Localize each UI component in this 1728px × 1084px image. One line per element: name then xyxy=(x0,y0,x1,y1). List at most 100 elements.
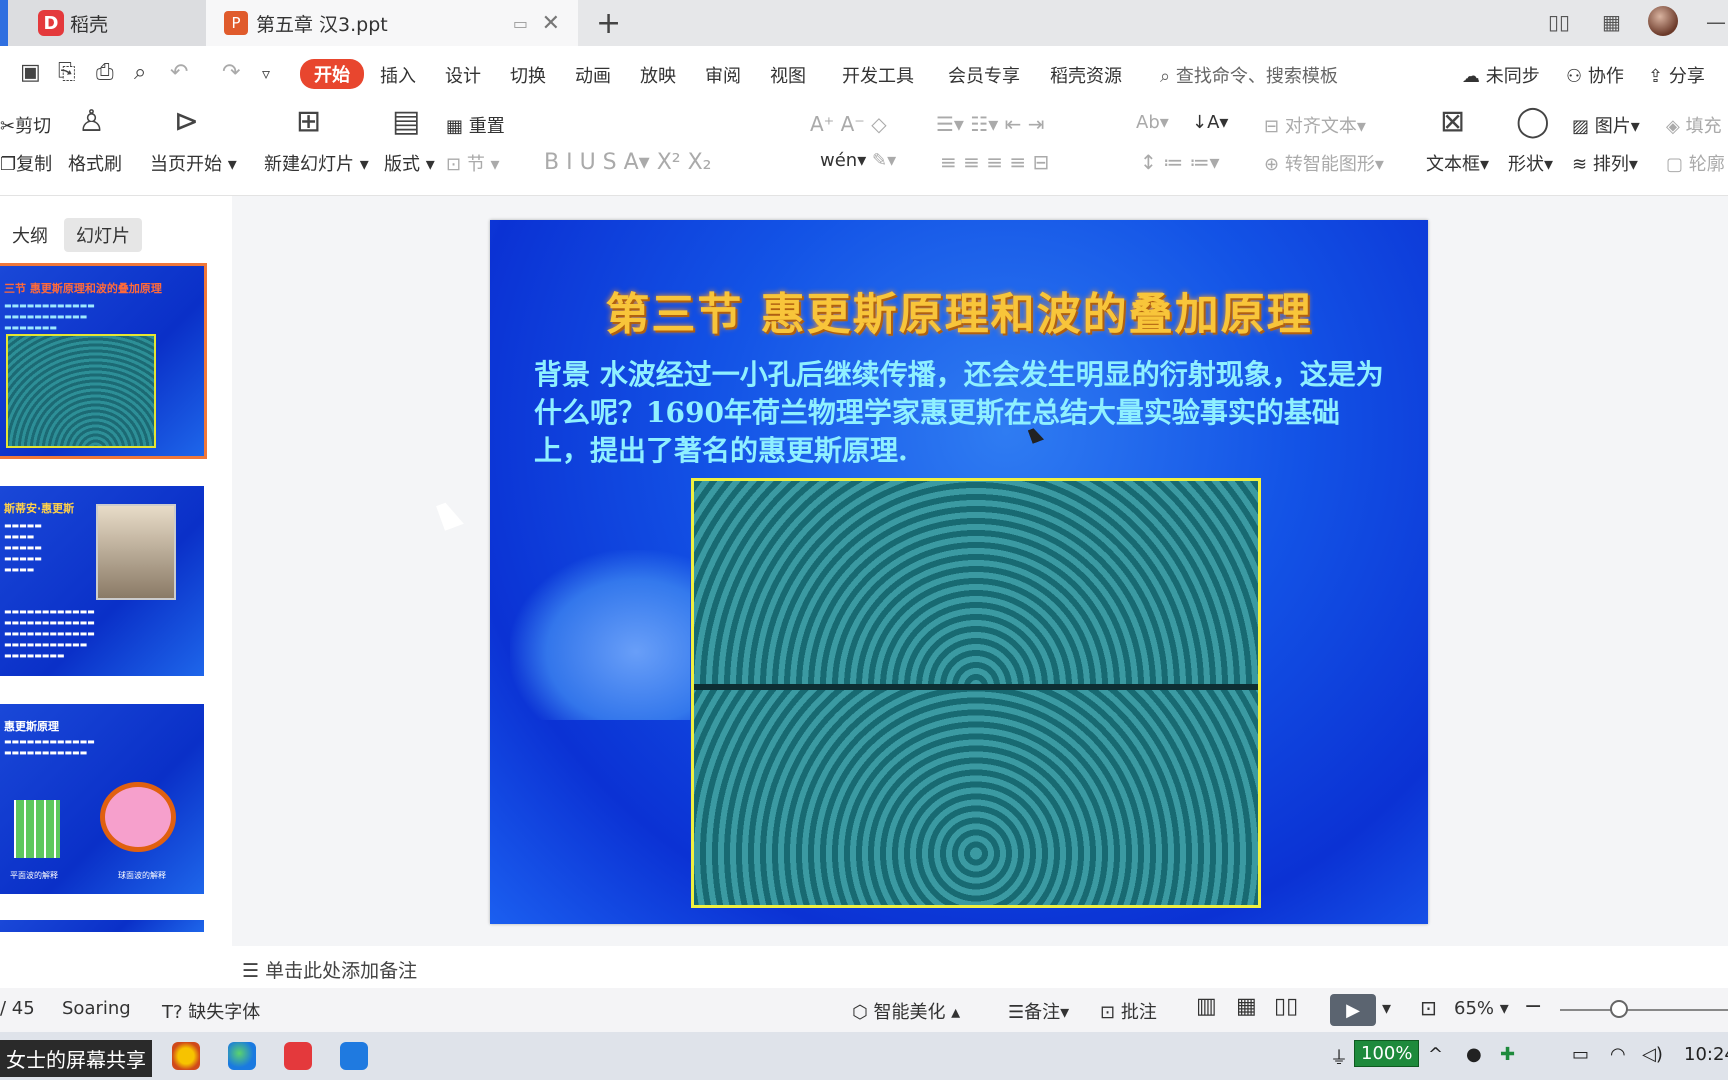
shape-button[interactable]: 形状▾ xyxy=(1508,150,1553,176)
print-icon[interactable]: ⎙ xyxy=(96,60,114,85)
sync-button[interactable]: ☁ 未同步 xyxy=(1462,62,1540,88)
outline-button[interactable]: ▢ 轮廓 xyxy=(1666,150,1725,176)
fit-window-icon[interactable]: ⊡ xyxy=(1420,996,1437,1020)
notes-icon: ☰ xyxy=(242,960,260,982)
comment-button[interactable]: ⊡ 批注 xyxy=(1100,998,1157,1024)
spacing-controls[interactable]: ↕ ≔ ≔▾ xyxy=(1140,150,1220,174)
fill-button[interactable]: ◈ 填充 xyxy=(1666,112,1722,138)
new-slide-button[interactable]: 新建幻灯片 ▾ xyxy=(264,150,369,176)
menu-home[interactable]: 开始 xyxy=(300,59,364,89)
redo-icon[interactable]: ↷ xyxy=(222,60,240,85)
menu-design[interactable]: 设计 xyxy=(445,62,481,88)
menu-member[interactable]: 会员专享 xyxy=(948,62,1020,88)
paragraph-align-controls[interactable]: ≡ ≡ ≡ ≡ ⊟ xyxy=(940,150,1049,174)
sync-label: 未同步 xyxy=(1485,66,1540,87)
avatar[interactable] xyxy=(1648,6,1678,36)
format-painter-button[interactable]: 格式刷 xyxy=(68,150,122,176)
collab-button[interactable]: ⚇ 协作 xyxy=(1566,62,1624,88)
preview-icon[interactable]: ⌕ xyxy=(134,60,146,85)
zoom-value: 65% xyxy=(1454,998,1495,1019)
chevron-down-icon[interactable]: ▿ xyxy=(262,64,270,83)
tab-outline[interactable]: 大纲 xyxy=(0,218,60,252)
slide-canvas[interactable]: 第三节 惠更斯原理和波的叠加原理 背景 水波经过一小孔后继续传播，还会发生明显的… xyxy=(490,220,1428,924)
slide-title[interactable]: 第三节 惠更斯原理和波的叠加原理 xyxy=(490,278,1428,342)
reading-mode-icon[interactable]: ▯▯ xyxy=(1548,10,1570,34)
slide-thumbnail-4[interactable] xyxy=(0,920,204,932)
zoom-level[interactable]: 65% ▾ xyxy=(1454,998,1509,1019)
picture-button[interactable]: ▨ 图片▾ xyxy=(1572,112,1640,138)
highlight-icon[interactable]: ✎▾ xyxy=(872,150,896,171)
missing-font-button[interactable]: T? 缺失字体 xyxy=(162,998,260,1024)
plus-icon[interactable]: + xyxy=(596,6,621,41)
wps-icon[interactable] xyxy=(284,1042,312,1070)
layout-button[interactable]: 版式 ▾ xyxy=(384,150,435,176)
section-button[interactable]: ⊡ 节 ▾ xyxy=(446,150,500,176)
chevron-up-icon[interactable]: ^ xyxy=(1428,1044,1443,1065)
chevron-down-icon[interactable]: ▾ xyxy=(1382,998,1391,1019)
arrange-button[interactable]: ≋ 排列▾ xyxy=(1572,150,1638,176)
save-icon[interactable]: ▣ xyxy=(20,60,41,85)
close-icon[interactable]: ✕ xyxy=(542,11,560,36)
menu-developer[interactable]: 开发工具 xyxy=(842,62,914,88)
play-slideshow-button[interactable]: ▶ xyxy=(1330,994,1376,1026)
copy-button[interactable]: ❐复制 xyxy=(0,150,52,176)
slide-thumbnail-1[interactable]: 三节 惠更斯原理和波的叠加原理 ▬▬▬▬▬▬▬▬▬▬▬▬ ▬▬▬▬▬▬▬▬▬▬▬ ▬… xyxy=(0,263,207,459)
zoom-slider[interactable] xyxy=(1560,1009,1728,1011)
volume-icon[interactable]: ◁) xyxy=(1642,1044,1663,1065)
clock[interactable]: 10:24 xyxy=(1684,1044,1728,1065)
align-text-button[interactable]: ⊟ 对齐文本▾ xyxy=(1264,112,1366,138)
spherical-wave-diagram xyxy=(100,782,176,852)
zoom-slider-handle[interactable] xyxy=(1610,1000,1628,1018)
menu-view[interactable]: 视图 xyxy=(770,62,806,88)
reset-button[interactable]: ▦ 重置 xyxy=(446,112,505,138)
slide-body-text[interactable]: 背景 水波经过一小孔后继续传播，还会发生明显的衍射现象，这是为什么呢？1690年… xyxy=(534,356,1394,470)
app-icon-4[interactable] xyxy=(340,1042,368,1070)
font-style-controls[interactable]: B I U S A▾ X² X₂ xyxy=(544,150,711,175)
cloud-icon: ☁ xyxy=(1462,66,1480,87)
menu-animation[interactable]: 动画 xyxy=(575,62,611,88)
text-direction-icon[interactable]: Ab▾ xyxy=(1136,112,1169,133)
beautify-button[interactable]: ⬡ 智能美化 ▴ xyxy=(852,998,960,1024)
tab-document[interactable]: P 第五章 汉3.ppt ▭ ✕ xyxy=(206,0,578,46)
edge-browser-icon[interactable] xyxy=(228,1042,256,1070)
slide-thumbnail-2[interactable]: 斯蒂安·惠更斯 ▬▬▬▬▬ ▬▬▬▬ ▬▬▬▬▬ ▬▬▬▬▬ ▬▬▬▬ ▬▬▬▬▬▬▬▬… xyxy=(0,486,204,676)
reading-view-icon[interactable]: ▯▯ xyxy=(1274,994,1298,1019)
tab-home[interactable]: D 稻壳 xyxy=(0,0,206,46)
notes-area[interactable]: ☰ 单击此处添加备注 xyxy=(232,946,1728,988)
align-text-label: 对齐文本 xyxy=(1284,116,1357,137)
undo-icon[interactable]: ↶ xyxy=(170,60,188,85)
from-current-button[interactable]: 当页开始 ▾ xyxy=(150,150,237,176)
wave-diffraction-image[interactable] xyxy=(691,478,1261,908)
battery-icon[interactable]: ▭ xyxy=(1572,1044,1589,1065)
menu-docer[interactable]: 稻壳资源 xyxy=(1050,62,1122,88)
minimize-icon[interactable]: — xyxy=(1706,10,1726,34)
wifi-icon[interactable]: ◠ xyxy=(1610,1044,1626,1065)
font-size-controls[interactable]: A⁺ A⁻ ◇ xyxy=(810,112,887,136)
network-app-icon[interactable]: ✚ xyxy=(1500,1044,1515,1065)
normal-view-icon[interactable]: ▥ xyxy=(1196,994,1217,1019)
slide-thumbnail-3[interactable]: 惠更斯原理 ▬▬▬▬▬▬▬▬▬▬▬▬ ▬▬▬▬▬▬▬▬▬▬▬ 平面波的解释 球面波… xyxy=(0,704,204,894)
textbox-button[interactable]: 文本框▾ xyxy=(1426,150,1489,176)
list-controls[interactable]: ☰▾ ☷▾ ⇤ ⇥ xyxy=(936,112,1045,136)
menu-review[interactable]: 审阅 xyxy=(705,62,741,88)
grid-apps-icon[interactable]: ▦ xyxy=(1602,10,1621,34)
cut-button[interactable]: ✂剪切 xyxy=(0,112,51,138)
smart-shape-button[interactable]: ⊕ 转智能图形▾ xyxy=(1264,150,1384,176)
tab-slides[interactable]: 幻灯片 xyxy=(64,218,142,252)
phonetic-icon[interactable]: wén▾ xyxy=(820,150,866,171)
export-icon[interactable]: ⎘ xyxy=(58,60,76,85)
menu-insert[interactable]: 插入 xyxy=(380,62,416,88)
screen-icon[interactable]: ▭ xyxy=(513,14,528,33)
notes-toggle-button[interactable]: ☰备注▾ xyxy=(1008,998,1069,1024)
search-input[interactable]: ⌕ 查找命令、搜索模板 xyxy=(1160,62,1338,88)
sort-icon[interactable]: ↓A▾ xyxy=(1192,112,1228,133)
app-icon-1[interactable] xyxy=(172,1042,200,1070)
share-button[interactable]: ⇪ 分享 xyxy=(1648,62,1705,88)
menu-slideshow[interactable]: 放映 xyxy=(640,62,676,88)
zoom-out-icon[interactable]: − xyxy=(1524,994,1542,1019)
microphone-icon[interactable]: ● xyxy=(1466,1044,1482,1065)
theme-name[interactable]: Soaring xyxy=(62,998,131,1019)
sorter-view-icon[interactable]: ▦ xyxy=(1236,994,1257,1019)
menu-transition[interactable]: 切换 xyxy=(510,62,546,88)
wave-upper-region xyxy=(694,481,1258,686)
